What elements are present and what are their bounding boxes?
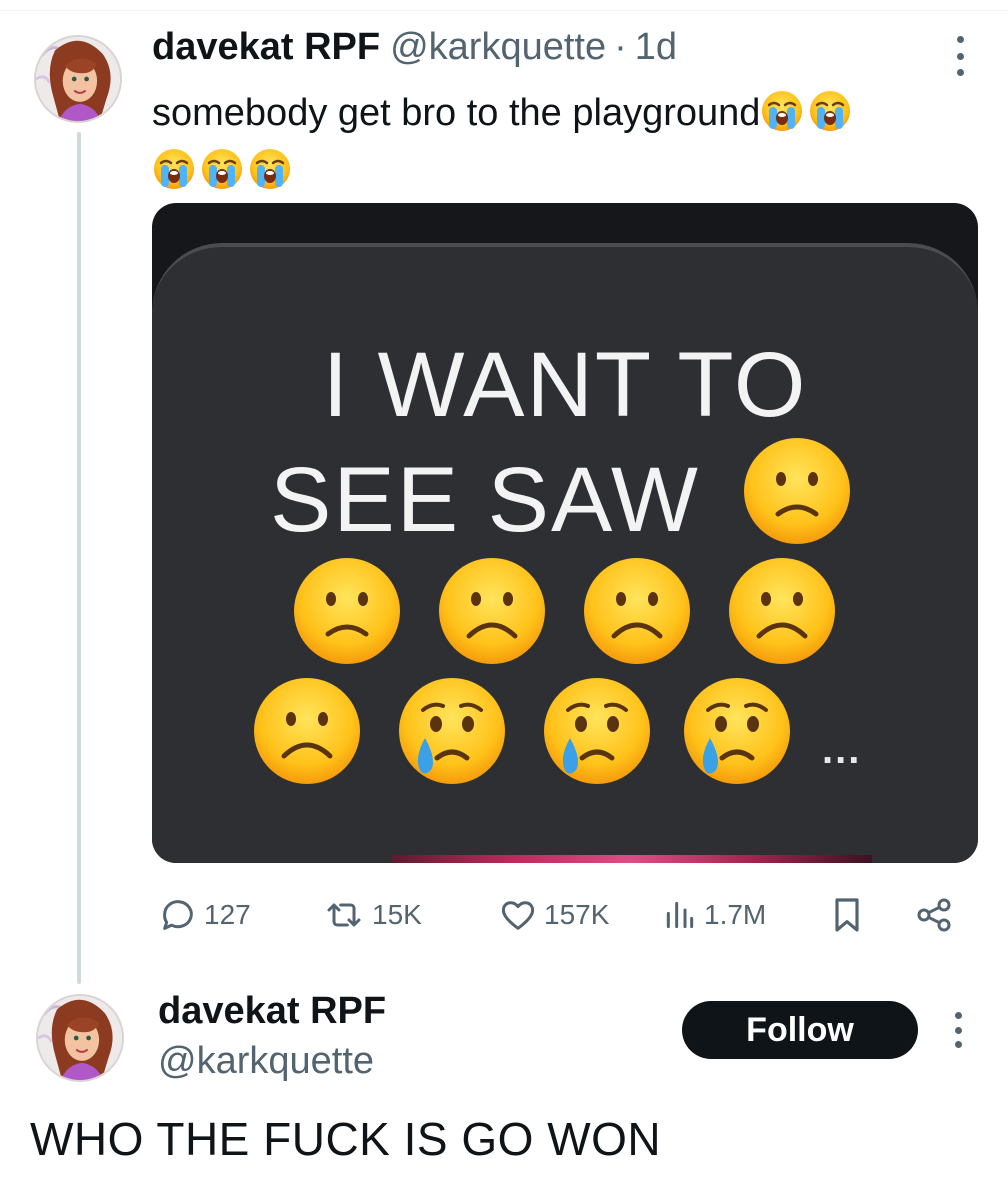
reply-more-options-icon[interactable] (948, 1012, 968, 1048)
tweet-header: davekat RPF @karkquette · 1d (152, 26, 677, 78)
loudly-crying-face-icon (808, 89, 852, 133)
crying-face-icon (542, 676, 652, 786)
views-chart-icon (666, 901, 694, 929)
more-options-icon[interactable] (950, 36, 970, 76)
loudly-crying-face-icon (248, 147, 292, 191)
loudly-crying-face-icon (200, 147, 244, 191)
media-ellipsis: ... (822, 728, 862, 772)
repost-button[interactable]: 15K (322, 890, 422, 940)
thread-line (77, 132, 81, 984)
top-divider (0, 10, 1008, 11)
reply-author-name[interactable]: davekat RPF (158, 990, 386, 1033)
reply-avatar-image (38, 996, 122, 1080)
crying-face-icon (397, 676, 507, 786)
reply-count: 127 (204, 899, 251, 930)
bookmark-button[interactable] (830, 890, 864, 940)
loudly-crying-face-icon (760, 89, 804, 133)
avatar-image (36, 37, 120, 121)
crying-face-icon (682, 676, 792, 786)
tweet-text: somebody get bro to the playground (152, 84, 972, 200)
media-strip (392, 855, 872, 863)
separator: · (614, 26, 627, 68)
avatar[interactable] (34, 35, 122, 123)
reply-icon (163, 900, 193, 930)
frowning-face-icon (727, 556, 837, 666)
author-handle[interactable]: @karkquette (390, 26, 606, 69)
reply-text: WHO THE FUCK IS GO WON (30, 1113, 662, 1165)
frowning-face-icon (252, 676, 362, 786)
like-count: 157K (544, 899, 610, 930)
media-text-line2: SEE SAW (270, 449, 700, 551)
repost-icon (327, 903, 361, 927)
share-button[interactable] (914, 890, 954, 940)
reply-author-handle[interactable]: @karkquette (158, 1040, 374, 1083)
tweet-media-image[interactable]: I WANT TO SEE SAW ... (152, 203, 978, 863)
loudly-crying-face-icon (152, 147, 196, 191)
slightly-frowning-face-icon (742, 436, 852, 546)
action-bar: 127 15K 157K 1.7M (152, 890, 978, 940)
reply-button[interactable]: 127 (158, 890, 251, 940)
bookmark-icon (835, 898, 859, 932)
slightly-frowning-face-icon (292, 556, 402, 666)
tweet-body: somebody get bro to the playground (152, 92, 761, 134)
reply-avatar[interactable] (36, 994, 124, 1082)
author-name[interactable]: davekat RPF (152, 26, 380, 69)
repost-count: 15K (372, 899, 422, 930)
views-button[interactable]: 1.7M (662, 890, 766, 940)
frowning-face-icon (437, 556, 547, 666)
share-icon (917, 898, 951, 932)
timestamp[interactable]: 1d (635, 26, 677, 69)
heart-icon (501, 901, 535, 930)
view-count: 1.7M (704, 899, 767, 930)
like-button[interactable]: 157K (498, 890, 609, 940)
frowning-face-icon (582, 556, 692, 666)
follow-button[interactable]: Follow (682, 1001, 918, 1059)
media-text-line1: I WANT TO (322, 334, 808, 436)
